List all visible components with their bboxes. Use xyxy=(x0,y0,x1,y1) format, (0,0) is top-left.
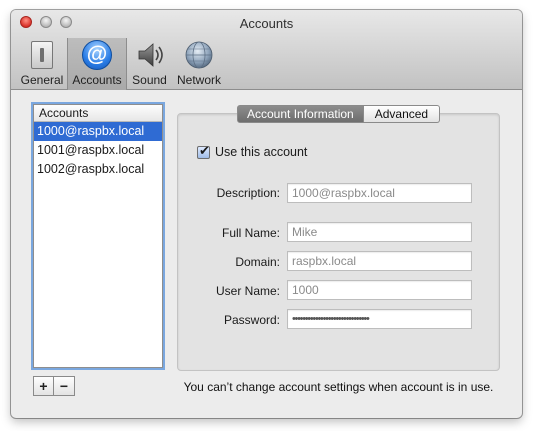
speaker-icon xyxy=(135,40,165,70)
description-label: Description: xyxy=(216,186,280,200)
account-list-item[interactable]: 1001@raspbx.local xyxy=(34,141,162,160)
at-sign-icon: @ xyxy=(82,40,112,70)
domain-label: Domain: xyxy=(235,255,280,269)
use-account-checkbox[interactable] xyxy=(197,143,210,159)
tab-account-information[interactable]: Account Information xyxy=(237,105,364,123)
user-name-field[interactable]: 1000 xyxy=(287,280,472,300)
use-account-row[interactable]: Use this account xyxy=(197,143,308,159)
accounts-list[interactable]: Accounts 1000@raspbx.local 1001@raspbx.l… xyxy=(33,104,163,368)
add-account-button[interactable]: + xyxy=(33,376,54,396)
settings-tabs: Account Information Advanced xyxy=(237,105,441,123)
window-title: Accounts xyxy=(239,16,294,31)
user-name-label: User Name: xyxy=(215,284,280,298)
full-name-label: Full Name: xyxy=(221,226,280,240)
in-use-notice: You can’t change account settings when a… xyxy=(183,380,494,394)
account-list-item[interactable]: 1000@raspbx.local xyxy=(34,122,162,141)
password-field[interactable]: •••••••••••••••••••••••••••••• xyxy=(287,309,472,329)
tab-advanced[interactable]: Advanced xyxy=(363,105,441,123)
full-name-field[interactable]: Mike xyxy=(287,222,472,242)
description-field[interactable]: 1000@raspbx.local xyxy=(287,183,472,203)
domain-field[interactable]: raspbx.local xyxy=(287,251,472,271)
toolbar-accounts-label: Accounts xyxy=(72,73,122,87)
password-label: Password: xyxy=(223,313,280,327)
remove-account-button[interactable]: − xyxy=(54,376,75,396)
account-list-item[interactable]: 1002@raspbx.local xyxy=(34,160,162,179)
use-account-label: Use this account xyxy=(215,145,308,159)
globe-icon xyxy=(184,40,214,70)
toolbar-general-label: General xyxy=(20,73,64,87)
general-switch-icon xyxy=(31,41,53,69)
preferences-window: Accounts General @ Accounts Sound Networ… xyxy=(11,10,522,418)
add-remove-controls: + − xyxy=(33,376,75,396)
toolbar-sound-label: Sound xyxy=(132,73,167,87)
toolbar-accounts[interactable]: @ Accounts xyxy=(67,38,127,90)
title-bar: Accounts General @ Accounts Sound Networ… xyxy=(11,10,522,90)
toolbar-general[interactable]: General xyxy=(17,38,67,90)
toolbar-sound[interactable]: Sound xyxy=(127,38,172,90)
accounts-list-header: Accounts xyxy=(34,105,162,122)
toolbar-network[interactable]: Network xyxy=(172,38,226,90)
toolbar-network-label: Network xyxy=(176,73,221,87)
